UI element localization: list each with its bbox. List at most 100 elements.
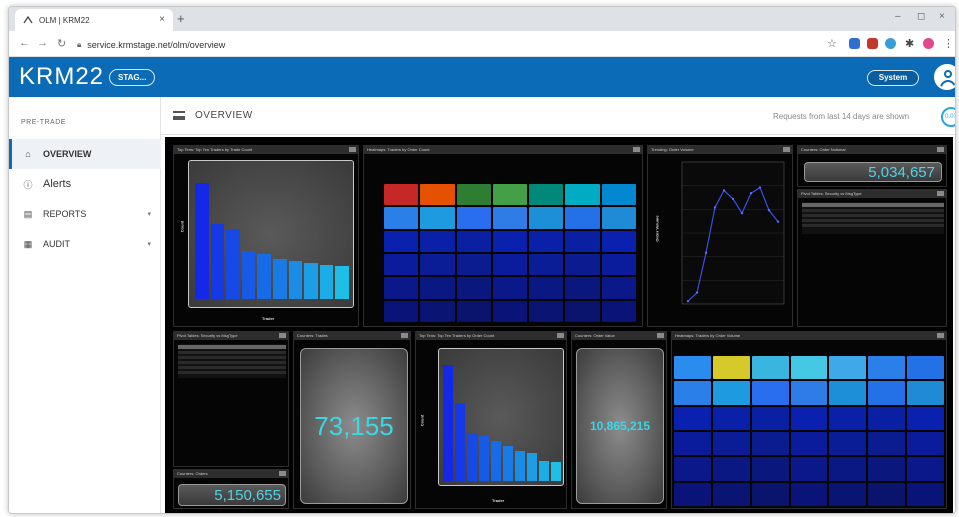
- heatmap-cell[interactable]: [565, 254, 600, 276]
- heatmap-cell[interactable]: [601, 254, 636, 276]
- heatmap-cell[interactable]: [529, 184, 564, 206]
- user-avatar-icon[interactable]: [934, 64, 955, 90]
- browser-tab[interactable]: OLM | KRM22 ×: [15, 9, 173, 31]
- heatmap-cell[interactable]: [601, 230, 636, 252]
- panel-menu-button[interactable]: [937, 333, 944, 338]
- heatmap-cell[interactable]: [492, 277, 528, 299]
- heatmap-cell[interactable]: [456, 277, 491, 299]
- heatmap-cell[interactable]: [829, 457, 867, 481]
- hamburger-menu-icon[interactable]: [173, 111, 185, 120]
- heatmap-cell[interactable]: [751, 432, 789, 456]
- profile-avatar-icon[interactable]: [923, 38, 934, 49]
- panel-menu-button[interactable]: [783, 147, 790, 152]
- heatmap-cell[interactable]: [790, 356, 828, 380]
- heatmap-cell[interactable]: [674, 381, 711, 405]
- sidebar-item-alerts[interactable]: ⓘ Alerts: [9, 169, 161, 199]
- heatmap-cell[interactable]: [829, 406, 867, 430]
- sidebar-item-audit[interactable]: ▦ AUDIT ▾: [9, 229, 161, 259]
- url-field[interactable]: 🔒︎ service.krmstage.net/olm/overview: [77, 36, 817, 53]
- heatmap-cell[interactable]: [790, 457, 828, 481]
- heatmap-cell[interactable]: [712, 432, 750, 456]
- heatmap-cell[interactable]: [420, 207, 455, 229]
- heatmap-cell[interactable]: [751, 356, 789, 380]
- extension-icon[interactable]: [849, 38, 860, 49]
- heatmap-cell[interactable]: [384, 254, 419, 276]
- heatmap-cell[interactable]: [565, 277, 600, 299]
- heatmap-cell[interactable]: [868, 381, 906, 405]
- reload-icon[interactable]: ↻: [57, 37, 66, 50]
- heatmap-cell[interactable]: [751, 381, 789, 405]
- heatmap-cell[interactable]: [868, 356, 906, 380]
- heatmap-cell[interactable]: [384, 184, 419, 206]
- panel-menu-button[interactable]: [401, 333, 408, 338]
- heatmap-cell[interactable]: [751, 406, 789, 430]
- heatmap-cell[interactable]: [907, 406, 944, 430]
- heatmap-cell[interactable]: [829, 356, 867, 380]
- heatmap-cell[interactable]: [565, 230, 600, 252]
- system-button[interactable]: System: [867, 70, 919, 86]
- maximize-button[interactable]: ◻: [917, 11, 925, 22]
- heatmap-cell[interactable]: [456, 230, 491, 252]
- heatmap-cell[interactable]: [790, 432, 828, 456]
- heatmap-cell[interactable]: [492, 300, 528, 322]
- heatmap-cell[interactable]: [829, 482, 867, 506]
- panel-menu-button[interactable]: [633, 147, 640, 152]
- heatmap-cell[interactable]: [565, 207, 600, 229]
- heatmap-cell[interactable]: [907, 356, 944, 380]
- heatmap-cell[interactable]: [907, 457, 944, 481]
- heatmap-cell[interactable]: [790, 482, 828, 506]
- heatmap-cell[interactable]: [456, 184, 491, 206]
- environment-button[interactable]: STAG...: [109, 69, 156, 86]
- heatmap-cell[interactable]: [529, 230, 564, 252]
- heatmap-cell[interactable]: [420, 300, 455, 322]
- heatmap-cell[interactable]: [868, 482, 906, 506]
- heatmap-cell[interactable]: [420, 254, 455, 276]
- heatmap-cell[interactable]: [829, 432, 867, 456]
- bookmark-star-icon[interactable]: ☆: [827, 37, 837, 50]
- back-icon[interactable]: ←: [19, 37, 30, 49]
- panel-menu-button[interactable]: [349, 147, 356, 152]
- panel-menu-button[interactable]: [937, 191, 944, 196]
- heatmap-cell[interactable]: [751, 457, 789, 481]
- forward-icon[interactable]: →: [37, 37, 48, 49]
- heatmap-cell[interactable]: [529, 277, 564, 299]
- kebab-menu-icon[interactable]: ⋮: [943, 37, 954, 50]
- panel-menu-button[interactable]: [937, 147, 944, 152]
- heatmap-cell[interactable]: [601, 184, 636, 206]
- heatmap-cell[interactable]: [712, 381, 750, 405]
- heatmap-cell[interactable]: [674, 482, 711, 506]
- heatmap-cell[interactable]: [712, 457, 750, 481]
- extension-icon[interactable]: [885, 38, 896, 49]
- heatmap-cell[interactable]: [492, 254, 528, 276]
- heatmap-cell[interactable]: [529, 207, 564, 229]
- heatmap-cell[interactable]: [529, 254, 564, 276]
- heatmap-cell[interactable]: [492, 184, 528, 206]
- new-tab-button[interactable]: +: [177, 11, 185, 26]
- panel-menu-button[interactable]: [279, 471, 286, 476]
- heatmap-cell[interactable]: [601, 300, 636, 322]
- heatmap-cell[interactable]: [565, 184, 600, 206]
- heatmap-cell[interactable]: [712, 406, 750, 430]
- heatmap-cell[interactable]: [456, 300, 491, 322]
- heatmap-cell[interactable]: [420, 277, 455, 299]
- heatmap-cell[interactable]: [751, 482, 789, 506]
- heatmap-cell[interactable]: [712, 482, 750, 506]
- panel-menu-button[interactable]: [279, 333, 286, 338]
- sidebar-item-reports[interactable]: ▤ REPORTS ▾: [9, 199, 161, 229]
- heatmap-cell[interactable]: [601, 277, 636, 299]
- heatmap-cell[interactable]: [384, 207, 419, 229]
- tab-close-icon[interactable]: ×: [159, 14, 165, 25]
- heatmap-cell[interactable]: [790, 381, 828, 405]
- heatmap-cell[interactable]: [384, 230, 419, 252]
- heatmap-cell[interactable]: [868, 457, 906, 481]
- heatmap-cell[interactable]: [420, 184, 455, 206]
- heatmap-cell[interactable]: [565, 300, 600, 322]
- extension-icon[interactable]: [867, 38, 878, 49]
- heatmap-cell[interactable]: [868, 406, 906, 430]
- heatmap-cell[interactable]: [790, 406, 828, 430]
- heatmap-cell[interactable]: [907, 381, 944, 405]
- panel-menu-button[interactable]: [557, 333, 564, 338]
- heatmap-cell[interactable]: [384, 300, 419, 322]
- heatmap-cell[interactable]: [907, 482, 944, 506]
- heatmap-cell[interactable]: [420, 230, 455, 252]
